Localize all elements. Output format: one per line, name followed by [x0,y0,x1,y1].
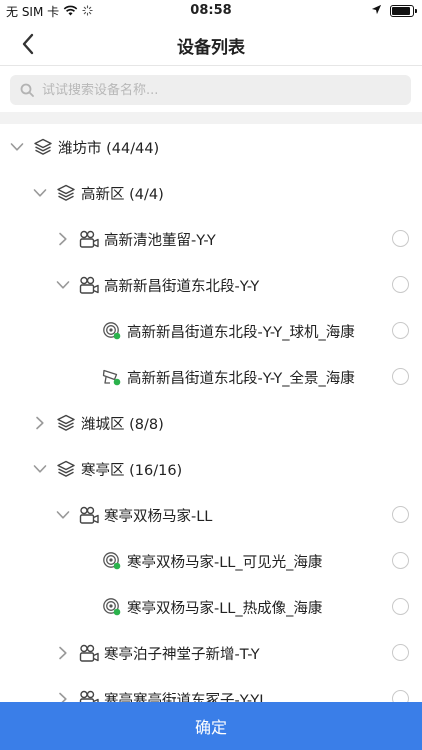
tree-row[interactable]: 寒亭双杨马家-LL_可见光_海康 [0,538,422,584]
chevron-right-icon[interactable] [54,644,72,662]
chevron-down-icon[interactable] [54,506,72,524]
tree-row[interactable]: 潍城区 (8/8) [0,400,422,446]
section-divider [0,112,422,124]
tree-row[interactable]: 潍坊市 (44/44) [0,124,422,170]
search-icon [20,83,34,97]
tree-row[interactable]: 寒亭寒亭街道东冢子-Y-YL [0,676,422,702]
location-arrow-icon [371,4,382,18]
tree-row[interactable]: 高新清池董留-Y-Y [0,216,422,262]
tree-row[interactable]: 高新新昌街道东北段-Y-Y [0,262,422,308]
chevron-down-icon[interactable] [8,138,26,156]
bullet-camera-online-icon [101,366,123,388]
device-tree: 潍坊市 (44/44) 高新区 (4/4) 高新清池董留-Y-Y 高新新昌街道东北段-… [0,124,422,702]
tree-row-label: 高新新昌街道东北段-Y-Y_球机_海康 [127,324,355,341]
tree-row-label: 高新新昌街道东北段-Y-Y [104,278,260,295]
layers-icon [55,458,77,480]
tree-row-label: 潍坊市 (44/44) [58,140,160,157]
tree-row[interactable]: 寒亭泊子神堂子新增-T-Y [0,630,422,676]
select-radio[interactable] [392,598,409,615]
camera-group-icon [78,274,100,296]
tree-row-label: 寒亭区 (16/16) [81,462,183,479]
select-radio[interactable] [392,368,409,385]
tree-row-label: 寒亭泊子神堂子新增-T-Y [104,646,260,663]
dome-camera-online-icon [101,550,123,572]
select-radio[interactable] [392,230,409,247]
layers-icon [55,412,77,434]
camera-group-icon [78,228,100,250]
dome-camera-online-icon [101,320,123,342]
tree-row[interactable]: 寒亭双杨马家-LL [0,492,422,538]
select-radio[interactable] [392,322,409,339]
tree-row-label: 寒亭双杨马家-LL_可见光_海康 [127,554,323,571]
status-right [371,4,417,18]
tree-row[interactable]: 高新新昌街道东北段-Y-Y_全景_海康 [0,354,422,400]
camera-group-icon [78,642,100,664]
tree-row-label: 寒亭双杨马家-LL [104,508,213,525]
tree-row[interactable]: 高新区 (4/4) [0,170,422,216]
select-radio[interactable] [392,690,409,702]
dome-camera-online-icon [101,596,123,618]
page-title: 设备列表 [177,38,245,58]
chevron-down-icon[interactable] [31,460,49,478]
tree-row-label: 潍城区 (8/8) [81,416,164,433]
select-radio[interactable] [392,506,409,523]
chevron-down-icon[interactable] [31,184,49,202]
confirm-button[interactable]: 确定 [0,702,422,750]
camera-group-icon [78,504,100,526]
select-radio[interactable] [392,552,409,569]
camera-group-icon [78,688,100,702]
search-input[interactable] [42,82,382,98]
tree-row-label: 寒亭双杨马家-LL_热成像_海康 [127,600,323,617]
tree-row-label: 高新新昌街道东北段-Y-Y_全景_海康 [127,370,355,387]
layers-icon [55,182,77,204]
tree-row-label: 寒亭寒亭街道东冢子-Y-YL [104,692,268,703]
status-time: 08:58 [190,3,232,18]
search-bar[interactable] [10,75,411,105]
tree-row[interactable]: 高新新昌街道东北段-Y-Y_球机_海康 [0,308,422,354]
nav-bar: 设备列表 [0,22,422,66]
select-radio[interactable] [392,644,409,661]
chevron-right-icon[interactable] [31,414,49,432]
tree-row-label: 高新清池董留-Y-Y [104,232,216,249]
chevron-right-icon[interactable] [54,690,72,702]
tree-row[interactable]: 寒亭区 (16/16) [0,446,422,492]
tree-row-label: 高新区 (4/4) [81,186,164,203]
chevron-right-icon[interactable] [54,230,72,248]
status-bar: 无 SIM 卡 08:58 [0,0,422,22]
layers-icon [32,136,54,158]
battery-icon [390,5,417,17]
chevron-down-icon[interactable] [54,276,72,294]
tree-row[interactable]: 寒亭双杨马家-LL_热成像_海康 [0,584,422,630]
select-radio[interactable] [392,276,409,293]
